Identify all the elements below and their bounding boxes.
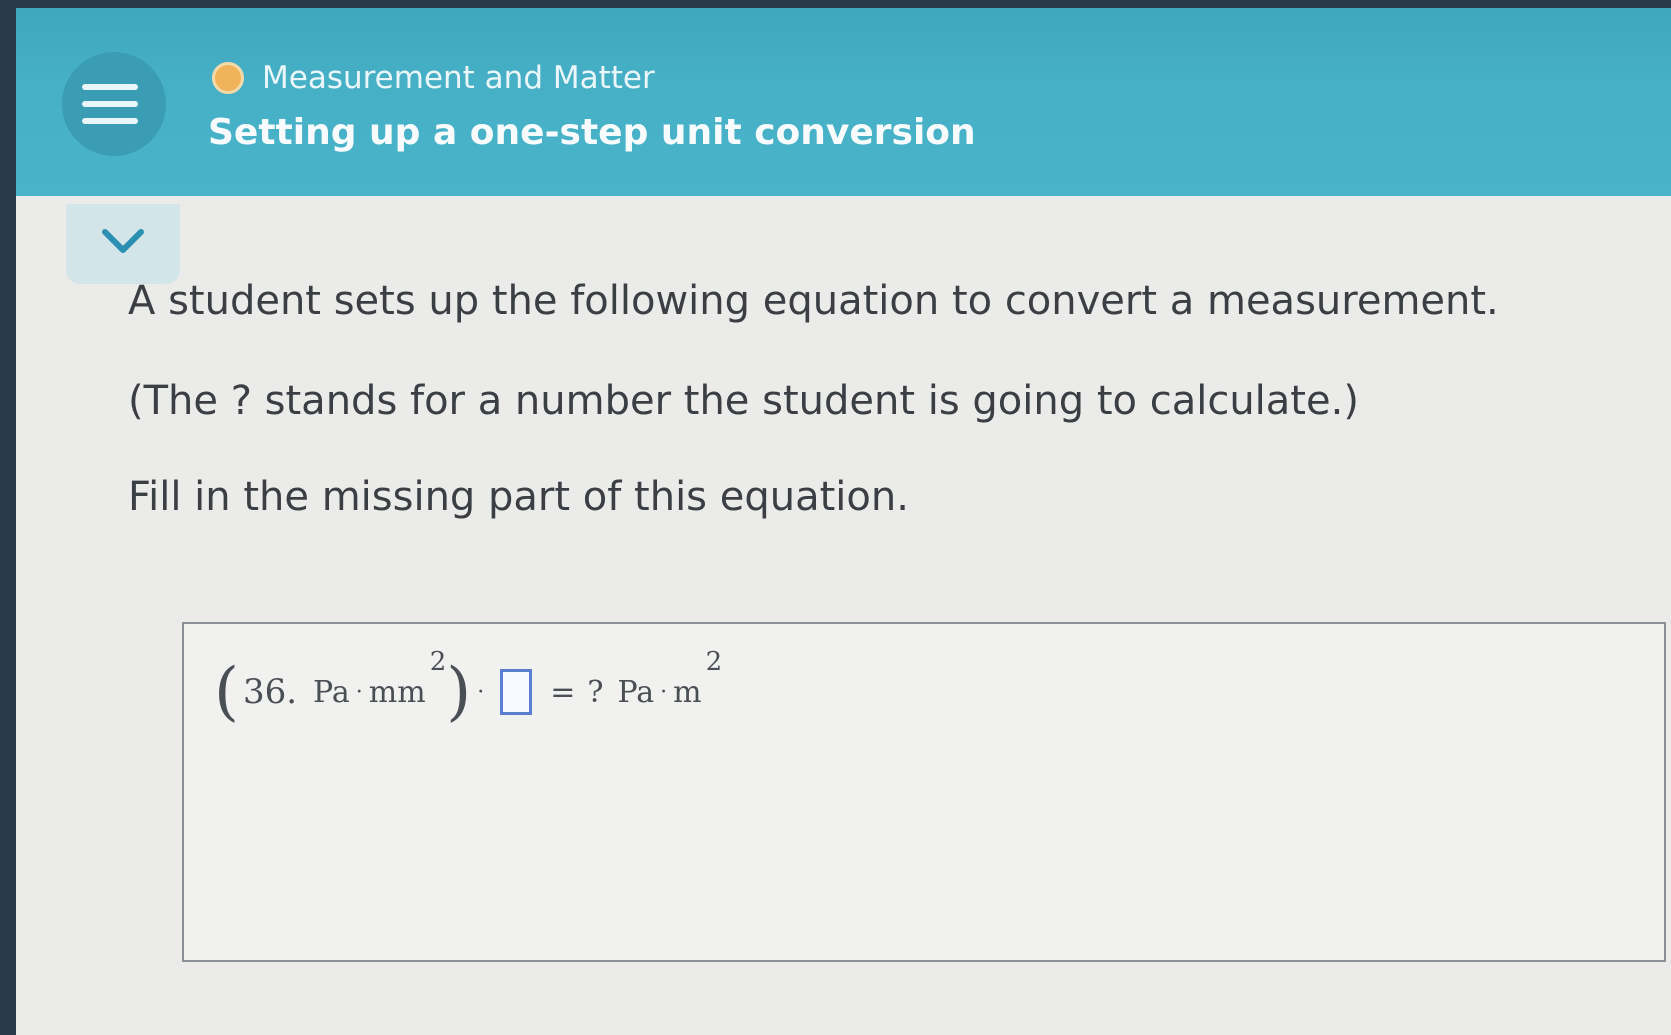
topic-progress-icon xyxy=(212,62,244,94)
right-parenthesis: ) xyxy=(446,655,472,729)
conversion-factor-input[interactable] xyxy=(500,669,533,715)
hamburger-icon-bar xyxy=(82,118,138,124)
result-unit-exponent: 2 xyxy=(705,647,723,677)
question-line-3: Fill in the missing part of this equatio… xyxy=(128,474,909,520)
answer-area: ( 36. Pa · mm 2 ) · = ? Pa · m 2 xyxy=(182,622,1666,962)
result-unit-m: m xyxy=(673,674,702,710)
given-unit-mm: mm xyxy=(368,674,426,710)
collapse-button[interactable] xyxy=(66,204,180,284)
multiply-dot: · xyxy=(355,679,363,705)
topic-row: Measurement and Matter xyxy=(212,56,655,100)
menu-button[interactable] xyxy=(62,52,166,156)
chevron-down-icon xyxy=(102,229,144,253)
topic-label: Measurement and Matter xyxy=(262,60,655,96)
hamburger-icon-bar xyxy=(82,101,138,107)
given-unit-pa: Pa xyxy=(313,674,350,710)
lesson-screen: Measurement and Matter Setting up a one-… xyxy=(16,8,1671,1035)
conversion-equation: ( 36. Pa · mm 2 ) · = ? Pa · m 2 xyxy=(214,647,722,732)
question-line-2: (The ? stands for a number the student i… xyxy=(128,378,1359,424)
unknown-value: ? xyxy=(587,674,604,710)
question-line-1: A student sets up the following equation… xyxy=(128,278,1499,324)
result-unit-pa: Pa xyxy=(617,674,655,710)
left-parenthesis: ( xyxy=(214,655,239,729)
multiply-dot: · xyxy=(660,679,668,705)
lesson-title: Setting up a one-step unit conversion xyxy=(208,112,976,153)
lesson-header: Measurement and Matter Setting up a one-… xyxy=(16,8,1671,196)
multiply-dot: · xyxy=(477,679,485,705)
hamburger-icon xyxy=(82,84,138,90)
given-unit-exponent: 2 xyxy=(429,647,447,677)
equals-sign: = xyxy=(550,674,576,710)
given-value: 36. xyxy=(242,672,298,712)
